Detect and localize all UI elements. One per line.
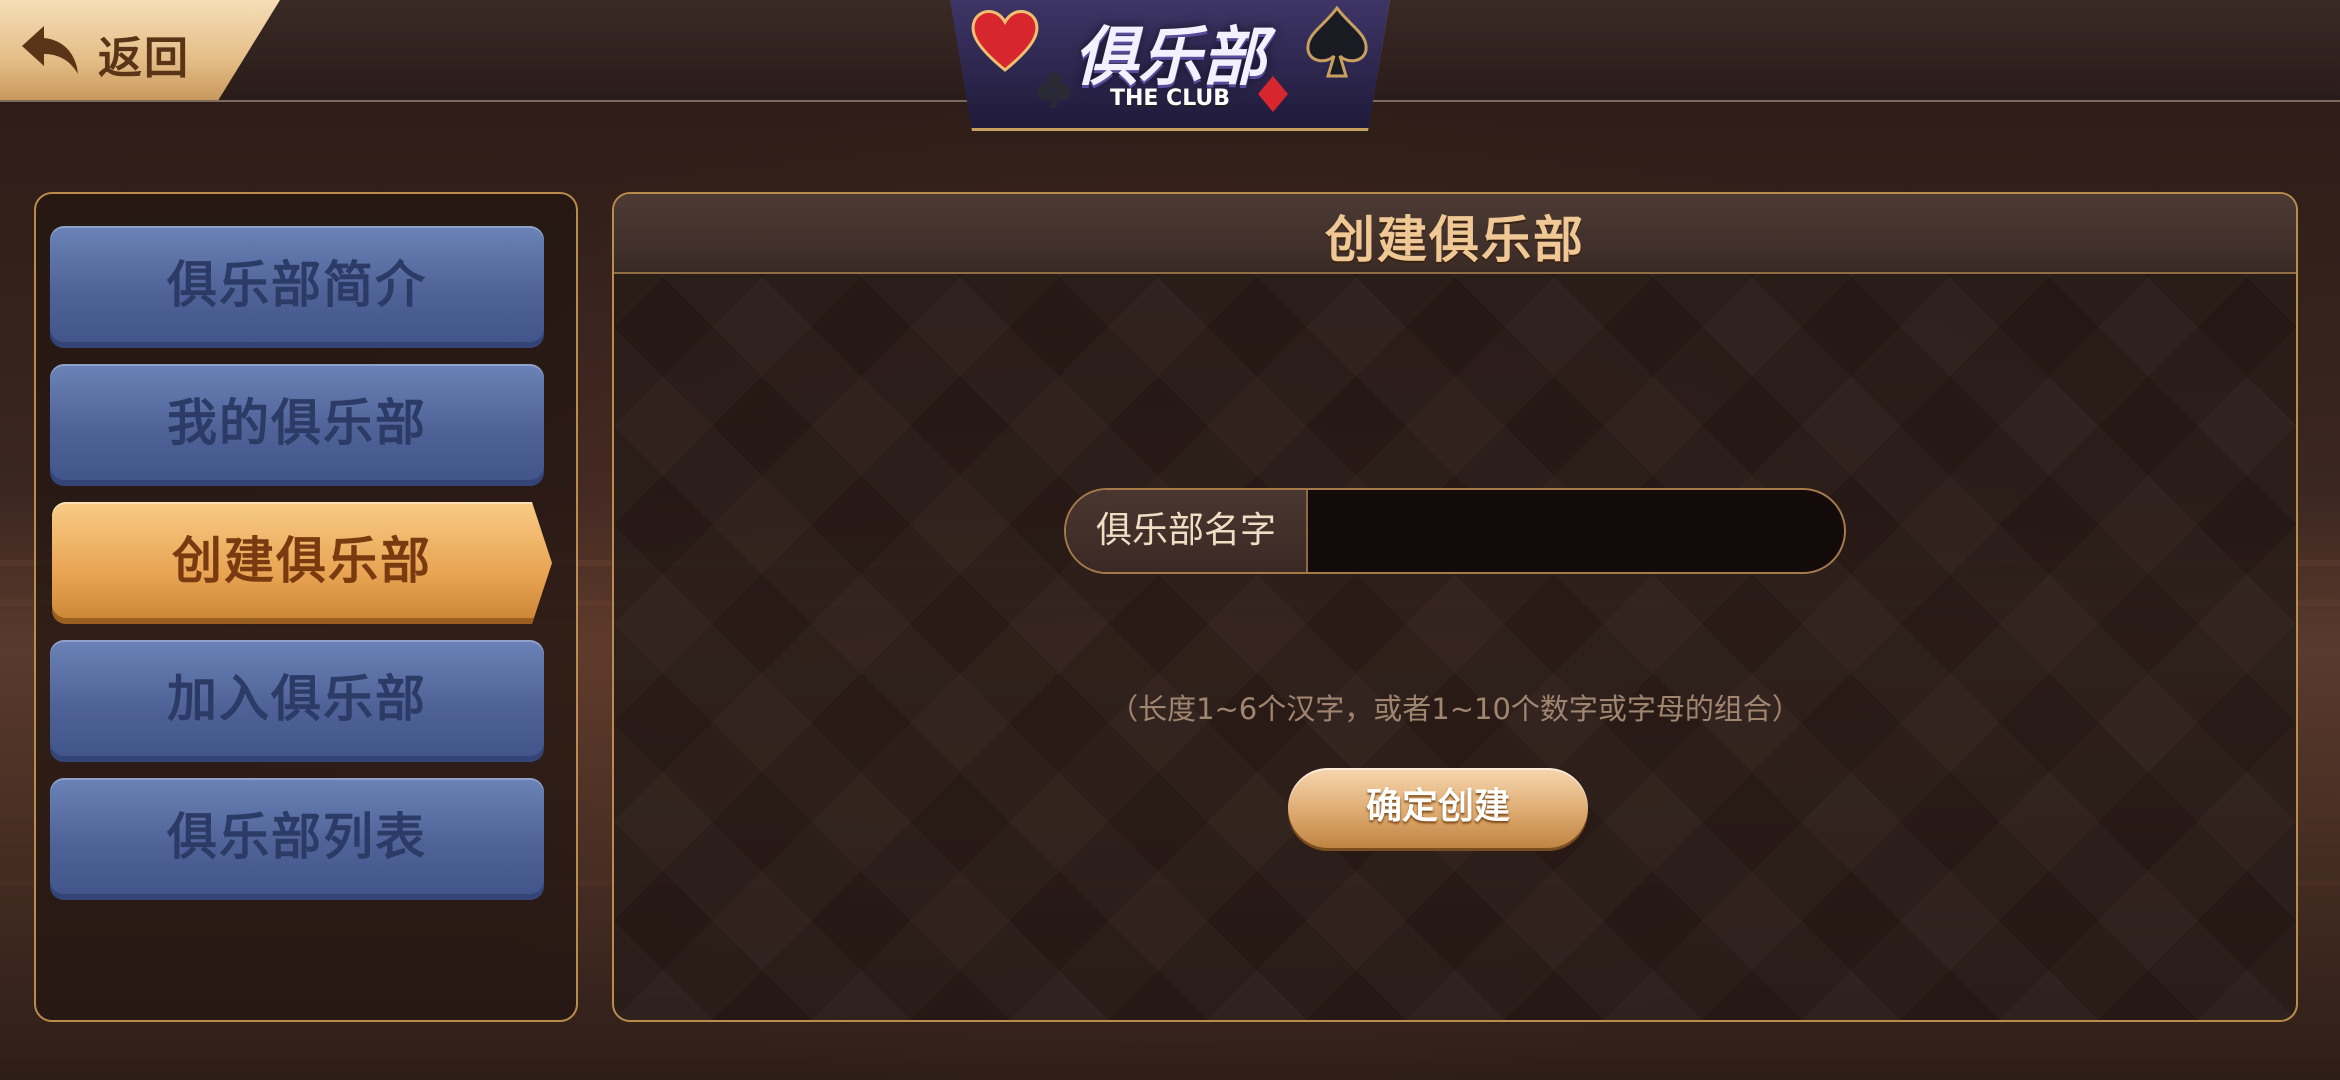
sidebar-menu: 俱乐部简介 我的俱乐部 创建俱乐部 加入俱乐部 俱乐部列表 (34, 192, 578, 1022)
top-bar: 返回 俱乐部 THE CLUB (0, 0, 2340, 131)
club-name-input[interactable] (1310, 490, 1830, 572)
club-name-field: 俱乐部名字 (1064, 488, 1846, 574)
panel-title: 创建俱乐部 (1325, 211, 1585, 269)
back-arrow-icon (22, 26, 78, 74)
sidebar-item-join-club[interactable]: 加入俱乐部 (50, 640, 544, 762)
logo-subtitle: THE CLUB (1109, 86, 1231, 111)
sidebar-item-club-intro[interactable]: 俱乐部简介 (50, 226, 544, 348)
sidebar-item-create-club[interactable]: 创建俱乐部 (52, 502, 552, 624)
sidebar-item-club-list[interactable]: 俱乐部列表 (50, 778, 544, 900)
create-club-panel: 创建俱乐部 俱乐部名字 （长度1~6个汉字，或者1~10个数字或字母的组合） 确… (612, 192, 2298, 1022)
back-button[interactable]: 返回 (0, 0, 280, 100)
panel-header: 创建俱乐部 (614, 194, 2296, 274)
logo-title: 俱乐部 (1074, 21, 1266, 95)
club-logo: 俱乐部 THE CLUB (950, 0, 1390, 131)
name-rule-hint: （长度1~6个汉字，或者1~10个数字或字母的组合） (1109, 692, 1801, 726)
back-label: 返回 (98, 33, 190, 84)
club-name-label: 俱乐部名字 (1066, 490, 1308, 572)
sidebar-item-my-club[interactable]: 我的俱乐部 (50, 364, 544, 486)
confirm-create-button[interactable]: 确定创建 (1288, 768, 1588, 848)
